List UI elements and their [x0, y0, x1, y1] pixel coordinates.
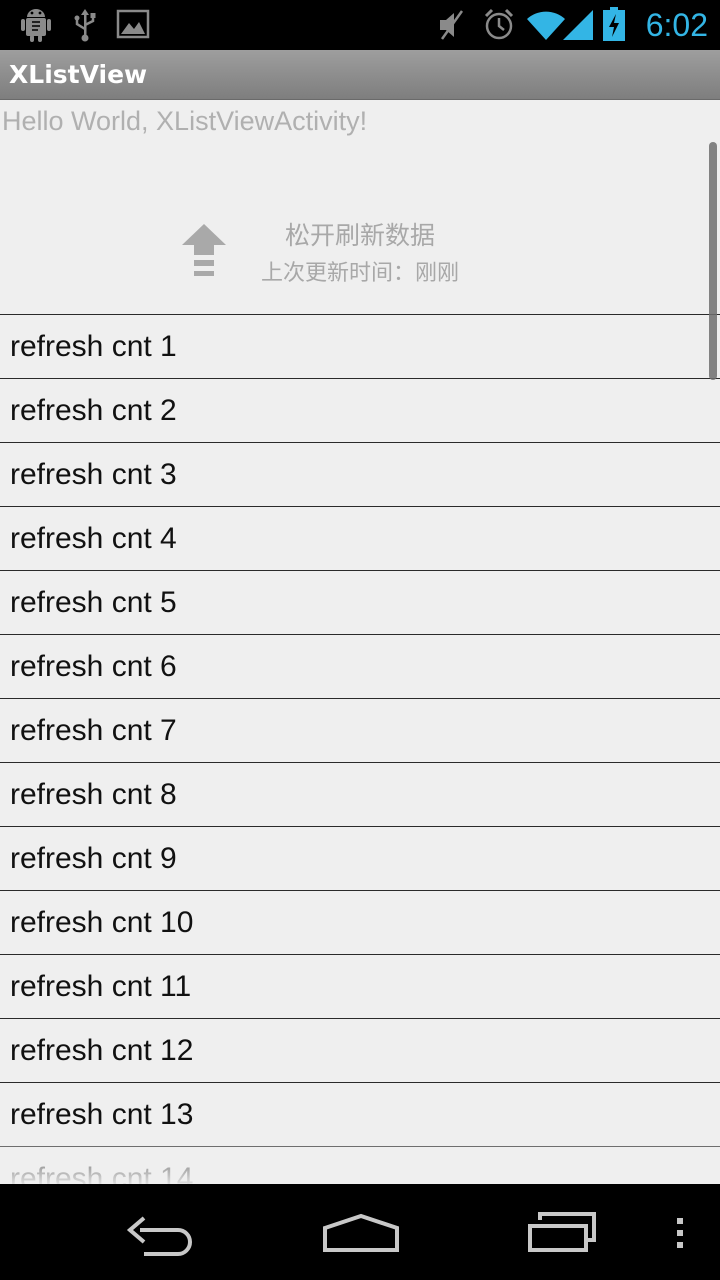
last-update-time: 刚刚	[415, 261, 460, 286]
back-icon[interactable]	[124, 1208, 196, 1260]
refresh-hint: 松开刷新数据	[284, 221, 435, 250]
pull-refresh-header: 松开刷新数据 上次更新时间：刚刚	[0, 140, 720, 315]
list-item[interactable]: refresh cnt 13	[0, 1083, 720, 1147]
usb-icon	[72, 7, 98, 47]
list-item[interactable]: refresh cnt 12	[0, 1019, 720, 1083]
list-item-label: refresh cnt 4	[10, 522, 177, 555]
list-item-label: refresh cnt 3	[10, 458, 177, 491]
wifi-icon	[526, 9, 566, 45]
list-item[interactable]: refresh cnt 1	[0, 315, 720, 379]
status-time: 6:02	[645, 7, 708, 43]
list-item-label: refresh cnt 10	[10, 906, 194, 939]
list-item[interactable]: refresh cnt 14	[0, 1147, 720, 1184]
mute-icon	[436, 7, 466, 47]
list-item[interactable]: refresh cnt 11	[0, 955, 720, 1019]
list-item-label: refresh cnt 1	[10, 330, 177, 363]
status-bar: 6:02	[0, 0, 720, 50]
list-item[interactable]: refresh cnt 4	[0, 507, 720, 571]
refresh-text-group: 松开刷新数据 上次更新时间：刚刚	[240, 218, 480, 290]
last-update-label: 上次更新时间：	[260, 261, 415, 286]
list-item-label: refresh cnt 11	[10, 970, 192, 1003]
list-item[interactable]: refresh cnt 5	[0, 571, 720, 635]
battery-charging-icon	[602, 6, 626, 46]
list-item-label: refresh cnt 12	[10, 1034, 194, 1067]
list-item[interactable]: refresh cnt 9	[0, 827, 720, 891]
list-item[interactable]: refresh cnt 2	[0, 379, 720, 443]
xlistview[interactable]: 松开刷新数据 上次更新时间：刚刚 refresh cnt 1 refresh c…	[0, 140, 720, 1184]
list-item[interactable]: refresh cnt 3	[0, 443, 720, 507]
recent-apps-icon[interactable]	[526, 1208, 598, 1260]
list-item[interactable]: refresh cnt 8	[0, 763, 720, 827]
list-item-label: refresh cnt 14	[10, 1162, 194, 1184]
screen: 6:02 XListView Hello World, XListViewAct…	[0, 0, 720, 1280]
app-title: XListView	[9, 60, 148, 89]
list-scrollbar[interactable]	[709, 142, 717, 380]
last-update-row: 上次更新时间：刚刚	[240, 258, 480, 290]
nav-bar	[0, 1184, 720, 1280]
action-bar: XListView	[0, 50, 720, 100]
menu-overflow-icon[interactable]	[674, 1216, 686, 1254]
list-item[interactable]: refresh cnt 6	[0, 635, 720, 699]
list-item[interactable]: refresh cnt 10	[0, 891, 720, 955]
list-item-label: refresh cnt 6	[10, 650, 177, 683]
list-item[interactable]: refresh cnt 7	[0, 699, 720, 763]
alarm-icon	[482, 7, 516, 47]
list-item-label: refresh cnt 7	[10, 714, 177, 747]
list-item-label: refresh cnt 8	[10, 778, 177, 811]
android-debug-icon	[20, 7, 52, 47]
image-icon	[116, 7, 150, 45]
hello-text: Hello World, XListViewActivity!	[2, 106, 368, 136]
list-item-label: refresh cnt 13	[10, 1098, 194, 1131]
list-item-label: refresh cnt 9	[10, 842, 177, 875]
signal-icon	[562, 9, 594, 45]
list-item-label: refresh cnt 5	[10, 586, 177, 619]
home-icon[interactable]	[322, 1208, 400, 1260]
arrow-up-icon	[181, 223, 227, 291]
list-item-label: refresh cnt 2	[10, 394, 177, 427]
